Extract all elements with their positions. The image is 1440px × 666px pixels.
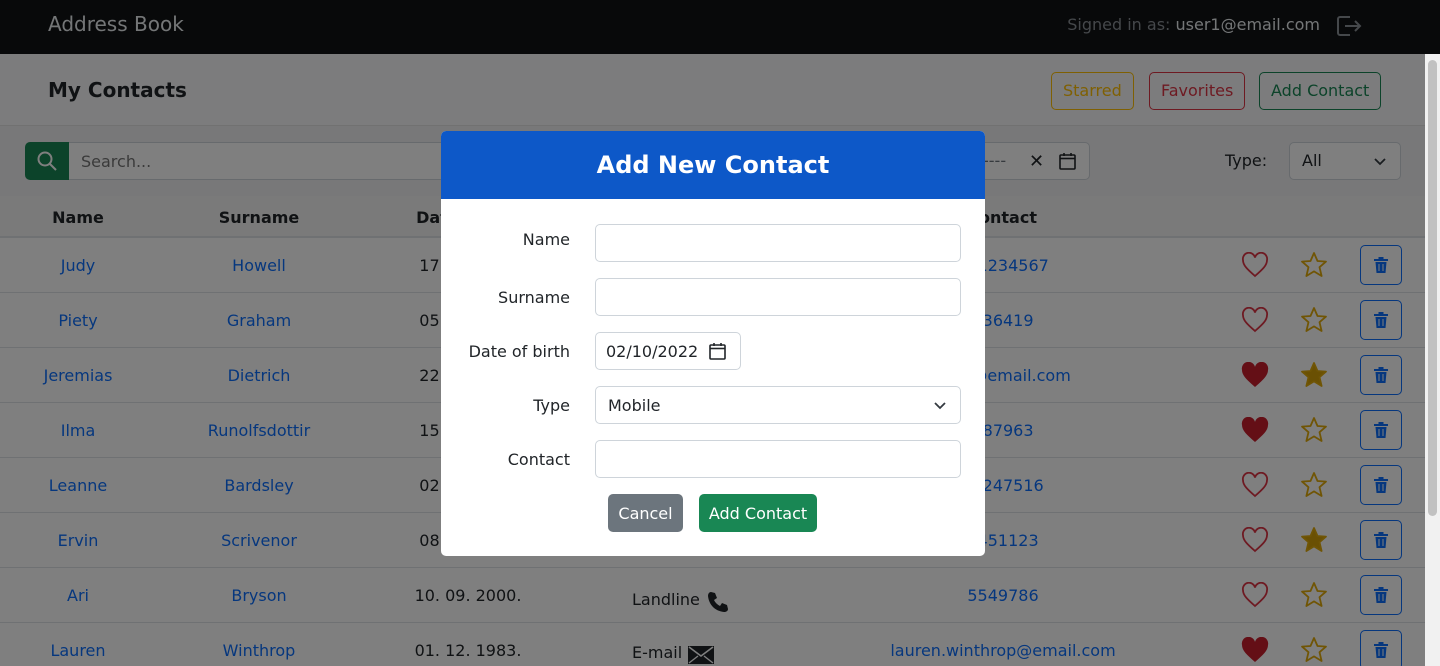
type-select-value: Mobile: [608, 396, 661, 415]
type-select[interactable]: Mobile: [595, 386, 961, 424]
dob-input[interactable]: 02/10/2022: [595, 332, 741, 370]
modal-title: Add New Contact: [596, 151, 830, 179]
dob-label: Date of birth: [468, 342, 570, 361]
type-label: Type: [533, 396, 570, 415]
contact-input[interactable]: [595, 440, 961, 478]
dob-value: 02/10/2022: [606, 342, 699, 361]
contact-label: Contact: [507, 450, 570, 469]
name-label: Name: [522, 230, 570, 249]
calendar-icon[interactable]: [709, 343, 726, 360]
modal-header: Add New Contact: [441, 131, 985, 199]
name-input[interactable]: [595, 224, 961, 262]
submit-add-contact-button[interactable]: Add Contact: [699, 494, 817, 532]
chevron-down-icon: [934, 402, 946, 410]
surname-input[interactable]: [595, 278, 961, 316]
add-contact-modal: Add New Contact Name Surname Date of bir…: [441, 131, 985, 556]
cancel-button[interactable]: Cancel: [608, 494, 683, 532]
surname-label: Surname: [498, 288, 570, 307]
scrollbar-thumb[interactable]: [1428, 60, 1437, 516]
